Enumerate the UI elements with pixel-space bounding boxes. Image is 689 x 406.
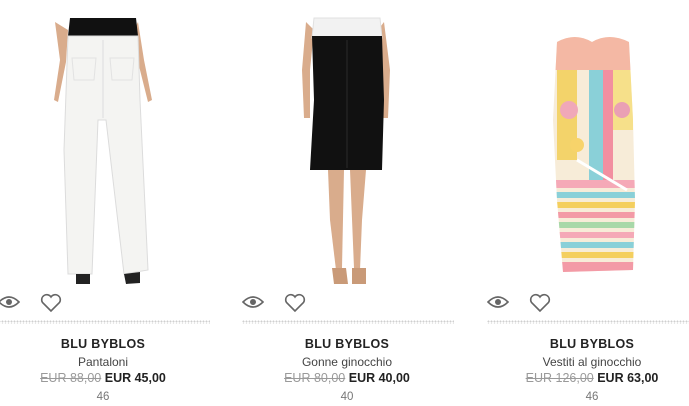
price-group: EUR 88,00 EUR 45,00 (0, 371, 218, 385)
product-size: 46 (585, 391, 599, 403)
original-price: EUR 126,00 (525, 371, 594, 385)
product-brand[interactable]: BLU BYBLOS (232, 337, 462, 351)
product-image[interactable] (477, 0, 689, 286)
product-category[interactable]: Gonne ginocchio (232, 355, 462, 369)
eye-icon[interactable] (487, 295, 509, 309)
product-card[interactable]: BLU BYBLOS Gonne ginocchio EUR 80,00 EUR… (232, 0, 462, 406)
product-size: 46 (96, 391, 110, 403)
sale-price: EUR 40,00 (348, 371, 410, 385)
heart-icon[interactable] (284, 293, 306, 313)
sale-price: EUR 45,00 (104, 371, 166, 385)
product-card[interactable]: BLU BYBLOS Pantaloni EUR 88,00 EUR 45,00… (0, 0, 218, 406)
original-price: EUR 80,00 (284, 371, 346, 385)
eye-icon[interactable] (0, 295, 20, 309)
divider (0, 320, 210, 324)
eye-icon[interactable] (242, 295, 264, 309)
product-brand[interactable]: BLU BYBLOS (0, 337, 218, 351)
heart-icon[interactable] (40, 293, 62, 313)
product-category[interactable]: Pantaloni (0, 355, 218, 369)
divider (487, 320, 689, 324)
heart-icon[interactable] (529, 293, 551, 313)
price-group: EUR 80,00 EUR 40,00 (232, 371, 462, 385)
product-image[interactable] (0, 0, 218, 286)
product-image[interactable] (232, 0, 462, 286)
product-category[interactable]: Vestiti al ginocchio (477, 355, 689, 369)
divider (242, 320, 454, 324)
product-size: 40 (340, 391, 354, 403)
original-price: EUR 88,00 (40, 371, 102, 385)
sale-price: EUR 63,00 (597, 371, 659, 385)
product-brand[interactable]: BLU BYBLOS (477, 337, 689, 351)
price-group: EUR 126,00 EUR 63,00 (477, 371, 689, 385)
product-card[interactable]: BLU BYBLOS Vestiti al ginocchio EUR 126,… (477, 0, 689, 406)
